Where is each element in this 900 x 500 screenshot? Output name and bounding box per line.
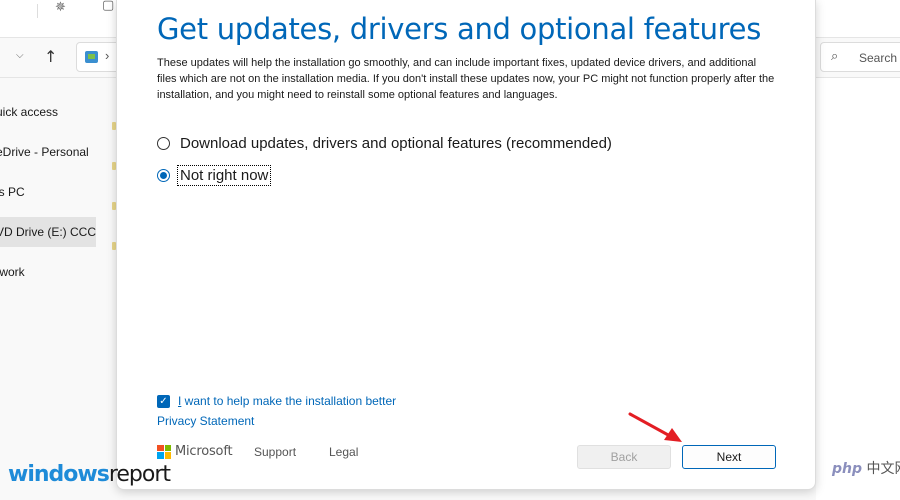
watermark-logo-part2: report (108, 462, 171, 487)
option-download-updates[interactable]: Download updates, drivers and optional f… (157, 134, 614, 153)
search-icon: ⌕ (831, 49, 839, 64)
annotation-arrow-shaft (628, 412, 672, 438)
checkmark-icon[interactable]: ✓ (157, 394, 170, 408)
ms-logo-square-green (164, 444, 171, 451)
annotation-arrow-icon (628, 412, 682, 442)
support-link[interactable]: Support (254, 445, 296, 459)
radio-button-unchecked[interactable] (157, 137, 170, 150)
address-field[interactable]: › (76, 42, 120, 72)
sidebar-item-label: VD Drive (E:) CCCO (0, 225, 96, 239)
option-download-updates-label: Download updates, drivers and optional f… (180, 135, 612, 152)
ms-logo-square-red (157, 444, 164, 451)
sidebar-item-label: uick access (0, 105, 59, 119)
help-improve-label: I want to help make the installation bet… (178, 394, 396, 408)
option-not-right-now[interactable]: Not right now (157, 165, 272, 186)
help-improve-checkbox-row[interactable]: ✓ I want to help make the installation b… (157, 394, 396, 408)
ms-logo-square-blue (157, 452, 164, 459)
option-not-right-now-label: Not right now (176, 165, 272, 186)
breadcrumb-chevron-icon[interactable]: › (105, 48, 109, 63)
sidebar-item-label: twork (0, 265, 25, 279)
help-improve-label-text: want to help make the installation bette… (181, 394, 397, 408)
ms-logo-square-yellow (164, 452, 171, 459)
explorer-search-placeholder: Search (859, 51, 898, 65)
sidebar-item-dvd-drive[interactable]: VD Drive (E:) CCCO (0, 217, 96, 247)
toolbar-separator (37, 4, 38, 18)
radio-button-checked[interactable] (157, 169, 170, 182)
explorer-content-area (816, 78, 900, 500)
explorer-navigation-pane: uick access eDrive - Personal is PC VD D… (0, 78, 96, 500)
sidebar-item-network[interactable]: twork (0, 257, 96, 287)
windowsreport-watermark-logo: windowsreport (8, 462, 171, 487)
privacy-statement-link[interactable]: Privacy Statement (157, 414, 254, 428)
microsoft-logo-icon (157, 444, 171, 459)
explorer-search-box[interactable]: ⌕ Search (820, 42, 900, 72)
sidebar-item-label: eDrive - Personal (0, 145, 89, 159)
sidebar-item-this-pc[interactable]: is PC (0, 177, 96, 207)
up-arrow-icon[interactable]: ↑ (44, 47, 57, 66)
drive-icon (85, 51, 98, 63)
recent-locations-chevron-icon[interactable]: ⌵ (16, 50, 24, 61)
sidebar-item-onedrive[interactable]: eDrive - Personal (0, 137, 96, 167)
next-button[interactable]: Next (682, 445, 776, 469)
watermark-php-brand: php (832, 461, 863, 477)
sidebar-item-label: is PC (0, 185, 25, 199)
share-icon[interactable]: ✵ (55, 0, 66, 15)
back-button[interactable]: Back (577, 445, 671, 469)
windows-setup-dialog: Get updates, drivers and optional featur… (116, 0, 816, 490)
microsoft-wordmark: Microsoft (175, 444, 233, 459)
page-description: These updates will help the installation… (157, 57, 775, 101)
copy-icon[interactable]: ▢ (102, 0, 114, 13)
microsoft-logo: Microsoft (157, 444, 233, 459)
watermark-logo-part1: windows (8, 462, 110, 487)
legal-link[interactable]: Legal (329, 445, 358, 459)
sidebar-item-quick-access[interactable]: uick access (0, 97, 96, 127)
php-cn-watermark: php 中文网 (832, 458, 900, 478)
watermark-cn-text: 中文网 (866, 461, 900, 477)
page-title: Get updates, drivers and optional featur… (157, 12, 762, 46)
